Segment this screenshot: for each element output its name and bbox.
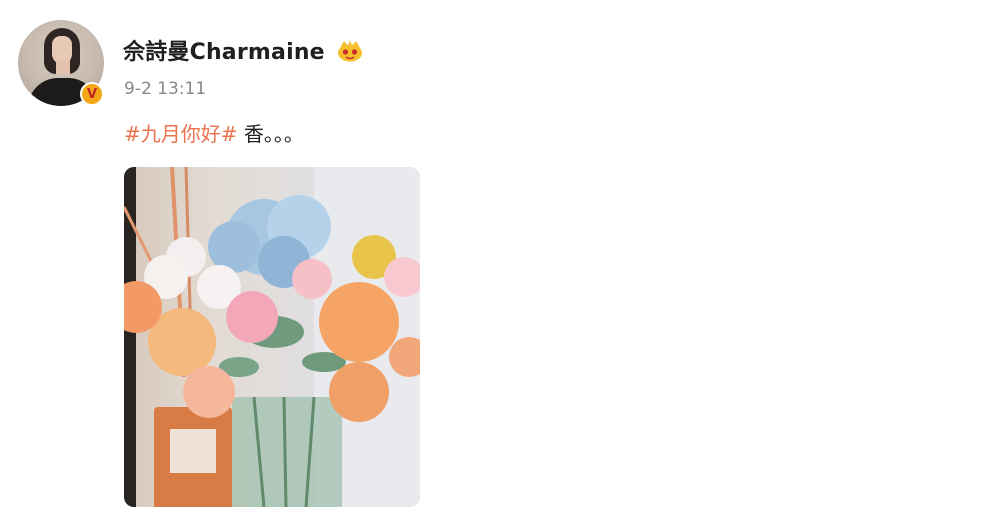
hashtag-link[interactable]: #九月你好#: [124, 122, 238, 146]
post-timestamp[interactable]: 9-2 13:11: [124, 79, 206, 99]
post-text: #九月你好# 香。。。: [124, 118, 304, 147]
crown-member-icon[interactable]: [337, 38, 363, 62]
author-name[interactable]: 佘詩曼Charmaine: [123, 34, 325, 66]
flower-bouquet-image: [124, 167, 420, 507]
post-photo[interactable]: [124, 167, 420, 507]
verified-v-icon: V: [80, 82, 104, 106]
post-body: 香。。。: [237, 122, 304, 146]
avatar-neck: [56, 60, 70, 74]
